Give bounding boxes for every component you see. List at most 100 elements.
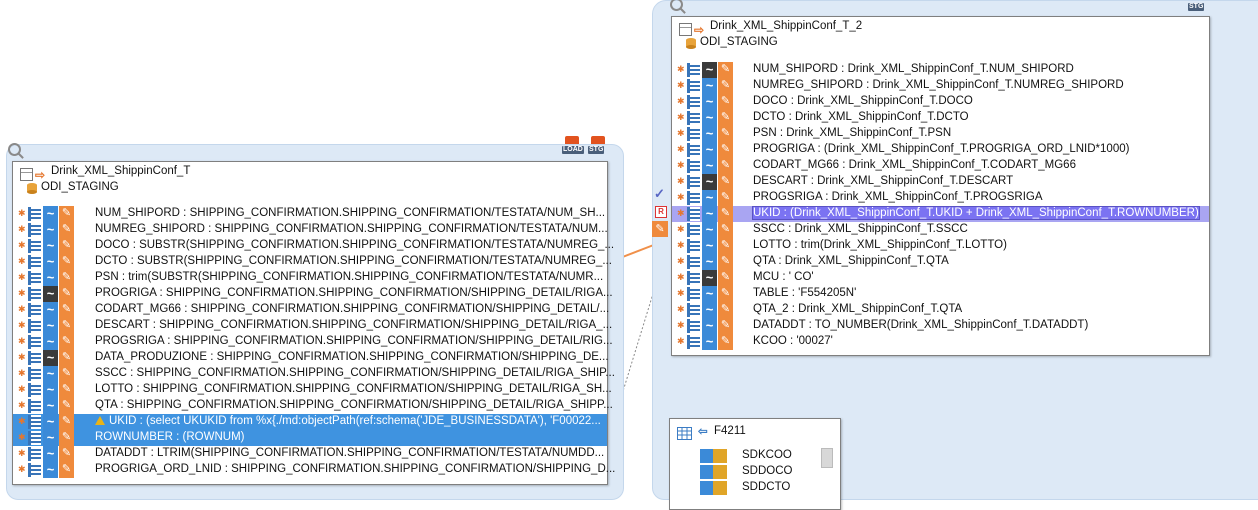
expression-icon[interactable]: ~	[43, 270, 58, 286]
wrench-icon[interactable]: ✎	[718, 334, 733, 350]
wrench-icon[interactable]: ✎	[718, 174, 733, 190]
wrench-icon[interactable]: ✎	[718, 190, 733, 206]
wrench-icon[interactable]: ✎	[718, 158, 733, 174]
attribute-row[interactable]: ✱ ~ ✎ UKID : (Drink_XML_ShippinConf_T.UKID …	[672, 206, 1209, 222]
source-datastore-panel[interactable]: ⇦ F4211 SDKCOO SDDOCO SDDCTO	[669, 418, 841, 510]
expression-icon[interactable]: ~	[43, 302, 58, 318]
wrench-icon[interactable]: ✎	[59, 318, 74, 334]
expression-icon[interactable]: ~	[43, 366, 58, 382]
right-datastore-panel[interactable]: ⇨ Drink_XML_ShippinConf_T_2 ODI_STAGING …	[671, 16, 1210, 356]
wrench-icon[interactable]: ✎	[59, 334, 74, 350]
wrench-icon[interactable]: ✎	[59, 254, 74, 270]
attribute-row[interactable]: ✱ ~ ✎ QTA : SHIPPING_CONFIRMATION.SHIPPING_…	[13, 398, 613, 414]
attribute-row[interactable]: ✱ ~ ✎ PROGSRIGA : SHIPPING_CONFIRMATION.SHI…	[13, 334, 613, 350]
attribute-row[interactable]: ✱ ~ ✎ ROWNUMBER : (ROWNUM)	[13, 430, 607, 446]
attribute-row[interactable]: ✱ ~ ✎ QTA : Drink_XML_ShippinConf_T.QTA	[672, 254, 1209, 270]
expression-icon[interactable]: ~	[43, 414, 58, 430]
expression-icon[interactable]: ~	[702, 206, 717, 222]
expression-icon[interactable]: ~	[702, 94, 717, 110]
attribute-row[interactable]: ✱ ~ ✎ LOTTO : trim(Drink_XML_ShippinConf_T.…	[672, 238, 1209, 254]
scrollbar-thumb[interactable]	[821, 448, 833, 468]
expression-icon[interactable]: ~	[702, 238, 717, 254]
left-datastore-panel[interactable]: ⇨ Drink_XML_ShippinConf_T ODI_STAGING ✱ ~…	[12, 161, 615, 485]
attribute-row[interactable]: ✱ ~ ✎ NUM_SHIPORD : Drink_XML_ShippinConf_T…	[672, 62, 1209, 78]
wrench-icon[interactable]: ✎	[59, 238, 74, 254]
expression-icon[interactable]: ~	[702, 158, 717, 174]
expression-icon[interactable]: ~	[43, 318, 58, 334]
expression-icon[interactable]: ~	[43, 350, 58, 366]
expression-icon[interactable]: ~	[702, 190, 717, 206]
attribute-row[interactable]: ✱ ~ ✎ PSN : trim(SUBSTR(SHIPPING_CONFIRMATI…	[13, 270, 607, 286]
rule-icon[interactable]: R	[655, 206, 667, 218]
wrench-icon[interactable]: ✎	[59, 398, 74, 414]
expression-icon[interactable]: ~	[43, 334, 58, 350]
attribute-row[interactable]: ✱ ~ ✎ PROGRIGA : (Drink_XML_ShippinConf_T.P…	[672, 142, 1209, 158]
expression-icon[interactable]: ~	[43, 254, 58, 270]
expression-icon[interactable]: ~	[43, 238, 58, 254]
wrench-icon[interactable]: ✎	[59, 286, 74, 302]
attribute-row[interactable]: ✱ ~ ✎ CODART_MG66 : SHIPPING_CONFIRMATION.S…	[13, 302, 609, 318]
attribute-row[interactable]: ✱ ~ ✎ SSCC : Drink_XML_ShippinConf_T.SSCC	[672, 222, 1209, 238]
wrench-icon[interactable]: ✎	[718, 286, 733, 302]
expression-icon[interactable]: ~	[702, 286, 717, 302]
attribute-row[interactable]: ✱ ~ ✎ NUMREG_SHIPORD : SHIPPING_CONFIRMATIO…	[13, 222, 608, 238]
expression-icon[interactable]: ~	[702, 222, 717, 238]
wrench-icon[interactable]: ✎	[718, 222, 733, 238]
expression-icon[interactable]: ~	[43, 206, 58, 222]
attribute-row[interactable]: ✱ ~ ✎ NUMREG_SHIPORD : Drink_XML_ShippinCon…	[672, 78, 1209, 94]
expression-icon[interactable]: ~	[702, 174, 717, 190]
wrench-icon[interactable]: ✎	[59, 462, 74, 478]
attribute-row[interactable]: ✱ ~ ✎ DCTO : Drink_XML_ShippinConf_T.DCTO	[672, 110, 1209, 126]
expression-icon[interactable]: ~	[702, 62, 717, 78]
wrench-icon[interactable]: ✎	[718, 318, 733, 334]
zoom-icon[interactable]	[8, 143, 21, 156]
wrench-icon[interactable]: ✎	[718, 302, 733, 318]
expression-icon[interactable]: ~	[702, 142, 717, 158]
attribute-row[interactable]: ✱ ~ ✎ SSCC : SHIPPING_CONFIRMATION.SHIPPING…	[13, 366, 615, 382]
panel-header[interactable]: ⇨ Drink_XML_ShippinConf_T_2 ODI_STAGING	[672, 17, 1209, 51]
wrench-icon[interactable]: ✎	[59, 382, 74, 398]
wrench-icon[interactable]: ✎	[59, 350, 74, 366]
attribute-row[interactable]: ✱ ~ ✎ DCTO : SUBSTR(SHIPPING_CONFIRMATION.S…	[13, 254, 612, 270]
attribute-row[interactable]: ✱ ~ ✎ QTA_2 : Drink_XML_ShippinConf_T.QTA	[672, 302, 1209, 318]
wrench-icon[interactable]: ✎	[718, 126, 733, 142]
expression-icon[interactable]: ~	[702, 254, 717, 270]
panel-header[interactable]: ⇨ Drink_XML_ShippinConf_T ODI_STAGING	[13, 162, 607, 196]
expression-icon[interactable]: ~	[702, 270, 717, 286]
expression-icon[interactable]: ~	[43, 430, 58, 446]
wrench-icon[interactable]: ✎	[59, 430, 74, 446]
zoom-icon[interactable]	[670, 0, 683, 11]
attribute-row[interactable]: ✱ ~ ✎ DOCO : SUBSTR(SHIPPING_CONFIRMATION.S…	[13, 238, 614, 254]
attribute-row[interactable]: ✱ ~ ✎ LOTTO : SHIPPING_CONFIRMATION.SHIPPIN…	[13, 382, 612, 398]
expression-icon[interactable]: ~	[702, 302, 717, 318]
expression-icon[interactable]: ~	[702, 318, 717, 334]
wrench-icon[interactable]: ✎	[718, 78, 733, 94]
attribute-row[interactable]: ✱ ~ ✎ MCU : ' CO'	[672, 270, 1209, 286]
wrench-icon[interactable]: ✎	[718, 254, 733, 270]
wrench-icon[interactable]: ✎	[652, 221, 668, 237]
attribute-row[interactable]: ✱ ~ ✎ PROGSRIGA : Drink_XML_ShippinConf_T.P…	[672, 190, 1209, 206]
attribute-row[interactable]: ✱ ~ ✎ PROGRIGA : SHIPPING_CONFIRMATION.SHIP…	[13, 286, 613, 302]
expression-icon[interactable]: ~	[43, 222, 58, 238]
attribute-row[interactable]: ✱ ~ ✎ DESCART : SHIPPING_CONFIRMATION.SHIPP…	[13, 318, 612, 334]
attribute-row[interactable]: ✱ ~ ✎ KCOO : '00027'	[672, 334, 1209, 350]
expression-icon[interactable]: ~	[43, 398, 58, 414]
expression-icon[interactable]: ~	[43, 382, 58, 398]
expression-icon[interactable]: ~	[702, 334, 717, 350]
check-icon[interactable]: ✓	[654, 186, 670, 201]
attribute-row[interactable]: ✱ ~ ✎ UKID : (select UKUKID from %x{./md:ob…	[13, 414, 607, 430]
attribute-row[interactable]: ✱ ~ ✎ DATA_PRODUZIONE : SHIPPING_CONFIRMATI…	[13, 350, 609, 366]
wrench-icon[interactable]: ✎	[59, 302, 74, 318]
wrench-icon[interactable]: ✎	[59, 206, 74, 222]
attribute-row[interactable]: ✱ ~ ✎ NUM_SHIPORD : SHIPPING_CONFIRMATION.S…	[13, 206, 607, 222]
wrench-icon[interactable]: ✎	[718, 62, 733, 78]
wrench-icon[interactable]: ✎	[59, 366, 74, 382]
wrench-icon[interactable]: ✎	[59, 446, 74, 462]
wrench-icon[interactable]: ✎	[718, 142, 733, 158]
attribute-row[interactable]: ✱ ~ ✎ DATADDT : LTRIM(SHIPPING_CONFIRMATION…	[13, 446, 607, 462]
attribute-row[interactable]: ✱ ~ ✎ DESCART : Drink_XML_ShippinConf_T.DES…	[672, 174, 1209, 190]
attribute-row[interactable]: ✱ ~ ✎ DOCO : Drink_XML_ShippinConf_T.DOCO	[672, 94, 1209, 110]
wrench-icon[interactable]: ✎	[59, 414, 74, 430]
wrench-icon[interactable]: ✎	[718, 270, 733, 286]
attribute-row[interactable]: ✱ ~ ✎ DATADDT : TO_NUMBER(Drink_XML_Shippin…	[672, 318, 1209, 334]
